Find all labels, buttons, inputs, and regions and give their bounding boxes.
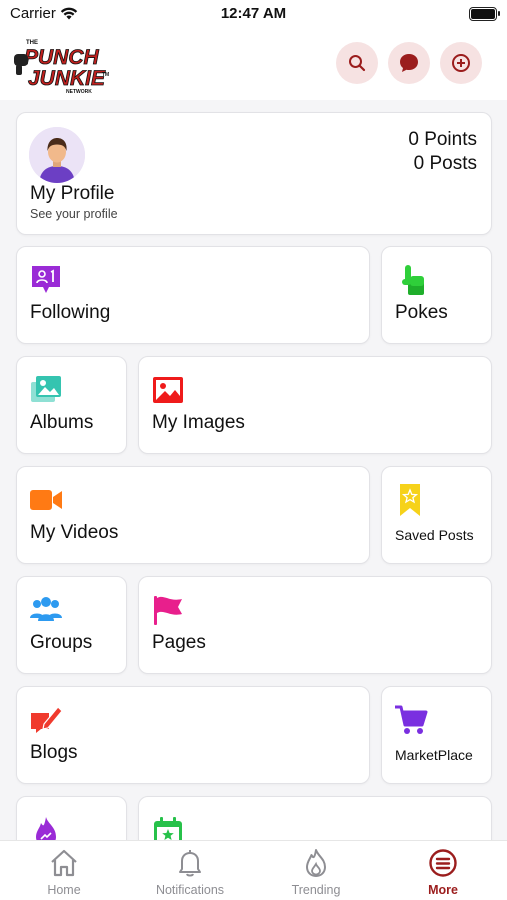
blog-edit-icon xyxy=(31,706,63,733)
albums-icon xyxy=(31,376,61,402)
tab-notifications[interactable]: Notifications xyxy=(127,841,253,900)
shopping-cart-icon xyxy=(395,705,428,734)
tab-label: Trending xyxy=(291,883,341,897)
menu-item-groups[interactable]: Groups xyxy=(16,576,127,674)
image-icon xyxy=(153,377,183,403)
groups-label: Groups xyxy=(30,632,93,653)
svg-text:NETWORK: NETWORK xyxy=(66,89,92,95)
menu-item-events[interactable] xyxy=(138,796,492,840)
tab-label: Home xyxy=(47,883,81,897)
create-button[interactable] xyxy=(440,42,482,84)
avatar xyxy=(29,127,85,183)
flame-icon xyxy=(306,849,326,877)
home-icon xyxy=(51,849,77,877)
tab-label: More xyxy=(428,883,458,897)
menu-item-popular[interactable] xyxy=(16,796,127,840)
profile-card[interactable]: My Profile See your profile 0 Points 0 P… xyxy=(16,112,492,235)
menu-item-following[interactable]: Following xyxy=(16,246,370,344)
following-label: Following xyxy=(30,302,111,323)
svg-text:JUNKIE: JUNKIE xyxy=(28,67,106,90)
my-videos-label: My Videos xyxy=(30,522,119,543)
svg-text:TM: TM xyxy=(102,72,109,78)
svg-text:PUNCH: PUNCH xyxy=(24,46,100,69)
my-images-label: My Images xyxy=(152,412,245,433)
poke-hand-icon xyxy=(402,265,424,295)
search-button[interactable] xyxy=(336,42,378,84)
bell-icon xyxy=(179,850,201,877)
blogs-label: Blogs xyxy=(30,742,78,763)
pages-label: Pages xyxy=(152,632,206,653)
menu-item-blogs[interactable]: Blogs xyxy=(16,686,370,784)
marketplace-label: MarketPlace xyxy=(395,747,473,763)
menu-item-marketplace[interactable]: MarketPlace xyxy=(381,686,492,784)
pokes-label: Pokes xyxy=(395,302,448,323)
profile-name: My Profile xyxy=(30,183,115,204)
points-count: 0 Points xyxy=(408,129,477,150)
video-camera-icon xyxy=(30,490,62,510)
posts-count: 0 Posts xyxy=(413,153,477,174)
groups-icon xyxy=(30,597,62,621)
menu-item-albums[interactable]: Albums xyxy=(16,356,127,454)
user-avatar-icon xyxy=(29,127,85,183)
bookmark-star-icon xyxy=(400,484,420,516)
flame-trend-icon xyxy=(36,817,56,840)
tab-trending[interactable]: Trending xyxy=(253,841,379,900)
messages-button[interactable] xyxy=(388,42,430,84)
flag-icon xyxy=(154,596,182,625)
tab-label: Notifications xyxy=(155,883,225,897)
tab-more[interactable]: More xyxy=(380,841,506,900)
menu-item-pokes[interactable]: Pokes xyxy=(381,246,492,344)
menu-item-my-images[interactable]: My Images xyxy=(138,356,492,454)
bottom-tab-bar: Home Notifications Trending More xyxy=(0,840,507,900)
calendar-star-icon xyxy=(154,817,182,840)
clock: 12:47 AM xyxy=(220,5,287,22)
add-circle-icon xyxy=(452,54,470,72)
status-bar: Carrier 12:47 AM xyxy=(0,0,507,30)
tab-home[interactable]: Home xyxy=(1,841,127,900)
menu-icon xyxy=(429,849,457,877)
following-icon xyxy=(32,266,60,293)
app-header: THE PUNCH JUNKIE TM NETWORK xyxy=(0,30,507,100)
menu-item-saved-posts[interactable]: Saved Posts xyxy=(381,466,492,564)
chat-bubble-icon xyxy=(400,54,418,72)
saved-posts-label: Saved Posts xyxy=(395,527,474,543)
search-icon xyxy=(349,55,366,72)
battery-icon xyxy=(469,7,500,21)
albums-label: Albums xyxy=(30,412,94,433)
menu-item-pages[interactable]: Pages xyxy=(138,576,492,674)
punch-junkie-logo[interactable]: THE PUNCH JUNKIE TM NETWORK xyxy=(14,34,114,96)
profile-subtitle: See your profile xyxy=(30,207,118,221)
menu-item-my-videos[interactable]: My Videos xyxy=(16,466,370,564)
more-menu: My Profile See your profile 0 Points 0 P… xyxy=(0,100,507,840)
